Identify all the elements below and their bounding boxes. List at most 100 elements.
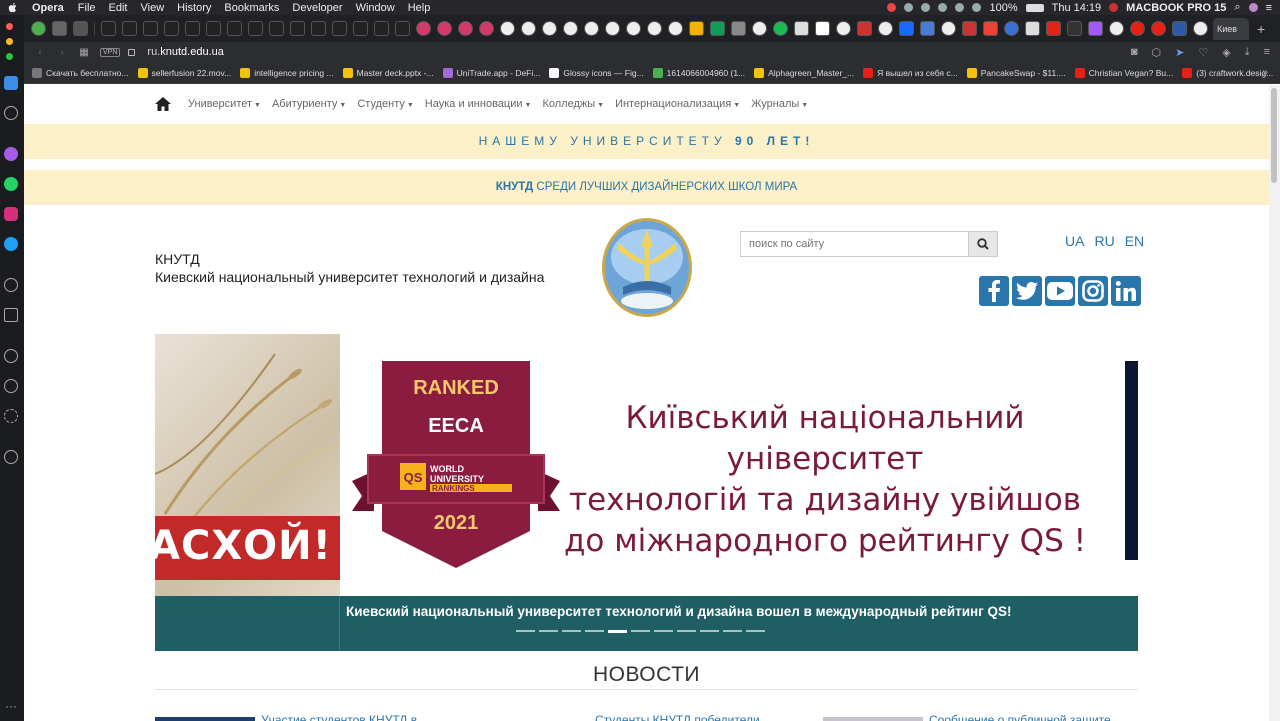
tab-favicon[interactable] (31, 21, 46, 36)
player-icon[interactable] (4, 278, 18, 292)
new-tab-button[interactable]: + (1257, 21, 1265, 37)
slider-dot[interactable] (516, 630, 535, 632)
tab-favicon[interactable] (206, 21, 221, 36)
wifi-icon[interactable] (955, 3, 965, 12)
tab-favicon[interactable] (395, 21, 410, 36)
tab-favicon[interactable] (311, 21, 326, 36)
news-thumbnail[interactable] (155, 717, 255, 721)
apple-icon[interactable] (8, 2, 18, 13)
anniversary-banner[interactable]: НАШЕМУ УНИВЕРСИТЕТУ 90 ЛЕТ! (24, 124, 1269, 159)
tab-favicon[interactable] (857, 21, 872, 36)
tab-favicon[interactable] (920, 21, 935, 36)
bookmarks-overflow-icon[interactable]: » (1262, 67, 1268, 78)
twitter-icon[interactable] (4, 237, 18, 251)
bookmark-item[interactable]: Alphagreen_Master_... (754, 67, 854, 78)
menu-edit[interactable]: Edit (109, 2, 128, 14)
close-window-button[interactable] (6, 23, 13, 30)
news-item[interactable]: Участие студентов КНУТД в... (155, 713, 427, 721)
heart-icon[interactable] (4, 349, 18, 363)
tab-favicon[interactable] (542, 21, 557, 36)
news-link[interactable]: Студенты КНУТД победители... (595, 713, 770, 721)
tab-favicon[interactable] (983, 21, 998, 36)
tab-favicon[interactable] (605, 21, 620, 36)
news-slider[interactable]: АСХОЙ! QS WORLD UNIVERSITY RANKINGS RANK… (155, 334, 1138, 651)
tab-favicon[interactable] (500, 21, 515, 36)
download-icon[interactable]: ⤓ (1245, 46, 1250, 59)
tab-favicon[interactable] (773, 21, 788, 36)
slider-dot[interactable] (700, 630, 719, 632)
menu-history[interactable]: History (177, 2, 211, 14)
bookmark-item[interactable]: Я вышел из себя с... (863, 67, 958, 78)
nav-university[interactable]: Университет ▼ (188, 98, 261, 110)
bookmark-item[interactable]: Christian Vegan? Bu... (1074, 67, 1173, 78)
menu-icon[interactable]: ≡ (1266, 2, 1272, 14)
flag-icon[interactable] (1109, 3, 1119, 12)
news-item[interactable]: Сообщение о публичной защите... (823, 713, 1121, 721)
speed-dial-icon[interactable] (4, 76, 18, 90)
status-icon[interactable] (972, 3, 982, 12)
facebook-icon[interactable] (979, 276, 1009, 306)
tab-favicon[interactable] (899, 21, 914, 36)
slider-dot[interactable] (746, 630, 765, 632)
app-name[interactable]: Opera (32, 2, 64, 14)
status-icon[interactable] (887, 3, 897, 12)
whatsapp-icon[interactable] (4, 177, 18, 191)
bookmark-item[interactable]: 1614066004960 (1... (652, 67, 745, 78)
menu-bookmarks[interactable]: Bookmarks (224, 2, 279, 14)
news-thumbnail[interactable] (823, 717, 923, 721)
tab-favicon[interactable] (269, 21, 284, 36)
camera-icon[interactable]: ◙ (1131, 46, 1138, 59)
instagram-icon[interactable] (4, 207, 18, 221)
url-field[interactable]: ru.knutd.edu.ua (147, 46, 223, 58)
tab-favicon[interactable] (731, 21, 746, 36)
caption-text[interactable]: Киевский национальный университет технол… (346, 604, 1012, 619)
messenger-icon[interactable] (4, 147, 18, 161)
scrollbar-thumb[interactable] (1271, 88, 1277, 183)
bookmark-item[interactable]: Glossy icons — Fig... (549, 67, 644, 78)
news-link[interactable]: Сообщение о публичной защите... (929, 713, 1121, 721)
tab-favicon[interactable] (290, 21, 305, 36)
bookmark-item[interactable]: intelligence pricing ... (240, 67, 334, 78)
tab-favicon[interactable] (248, 21, 263, 36)
menu-view[interactable]: View (141, 2, 165, 14)
tab-favicon[interactable] (563, 21, 578, 36)
nav-journals[interactable]: Журналы ▼ (751, 98, 808, 110)
tab-favicon[interactable] (710, 21, 725, 36)
shield-icon[interactable]: ⬡ (1152, 46, 1162, 59)
slider-dot[interactable] (631, 630, 650, 632)
heart-icon[interactable]: ♡ (1198, 46, 1208, 59)
tab-favicon[interactable] (668, 21, 683, 36)
bookmark-item[interactable]: sellerfusion 22.mov... (137, 67, 231, 78)
status-icon[interactable] (921, 3, 931, 12)
tab-favicon[interactable] (1130, 21, 1145, 36)
twitter-icon[interactable] (1012, 276, 1042, 306)
tab-favicon[interactable] (73, 21, 88, 36)
university-logo[interactable] (601, 217, 693, 318)
tab-favicon[interactable] (647, 21, 662, 36)
tab-favicon[interactable] (353, 21, 368, 36)
slider-dot[interactable] (608, 630, 627, 633)
tab-favicon[interactable] (878, 21, 893, 36)
control-center-icon[interactable] (1248, 3, 1258, 12)
instagram-icon[interactable] (1078, 276, 1108, 306)
tab-favicon[interactable] (1088, 21, 1103, 36)
site-brand[interactable]: КНУТД Киевский национальный университет … (155, 250, 544, 286)
tab-favicon[interactable] (374, 21, 389, 36)
slider-dot[interactable] (723, 630, 742, 632)
minimize-window-button[interactable] (6, 38, 13, 45)
current-slide[interactable]: QS WORLD UNIVERSITY RANKINGS RANKED EECA… (340, 334, 1138, 596)
tab-favicon[interactable] (521, 21, 536, 36)
bookmarks-icon[interactable] (4, 106, 18, 120)
tab-favicon[interactable] (1151, 21, 1166, 36)
tab-favicon[interactable] (689, 21, 704, 36)
tab-favicon[interactable] (122, 21, 137, 36)
send-icon[interactable] (4, 308, 18, 322)
tab-active[interactable]: Киев (1213, 17, 1249, 40)
linkedin-icon[interactable] (1111, 276, 1141, 306)
nav-science[interactable]: Наука и инновации ▼ (425, 98, 532, 110)
tab-favicon[interactable] (1109, 21, 1124, 36)
tab-favicon[interactable] (962, 21, 977, 36)
more-icon[interactable]: ··· (5, 699, 17, 713)
bookmark-item[interactable]: Master deck.pptx -... (342, 67, 434, 78)
nav-international[interactable]: Интернационализация ▼ (615, 98, 740, 110)
